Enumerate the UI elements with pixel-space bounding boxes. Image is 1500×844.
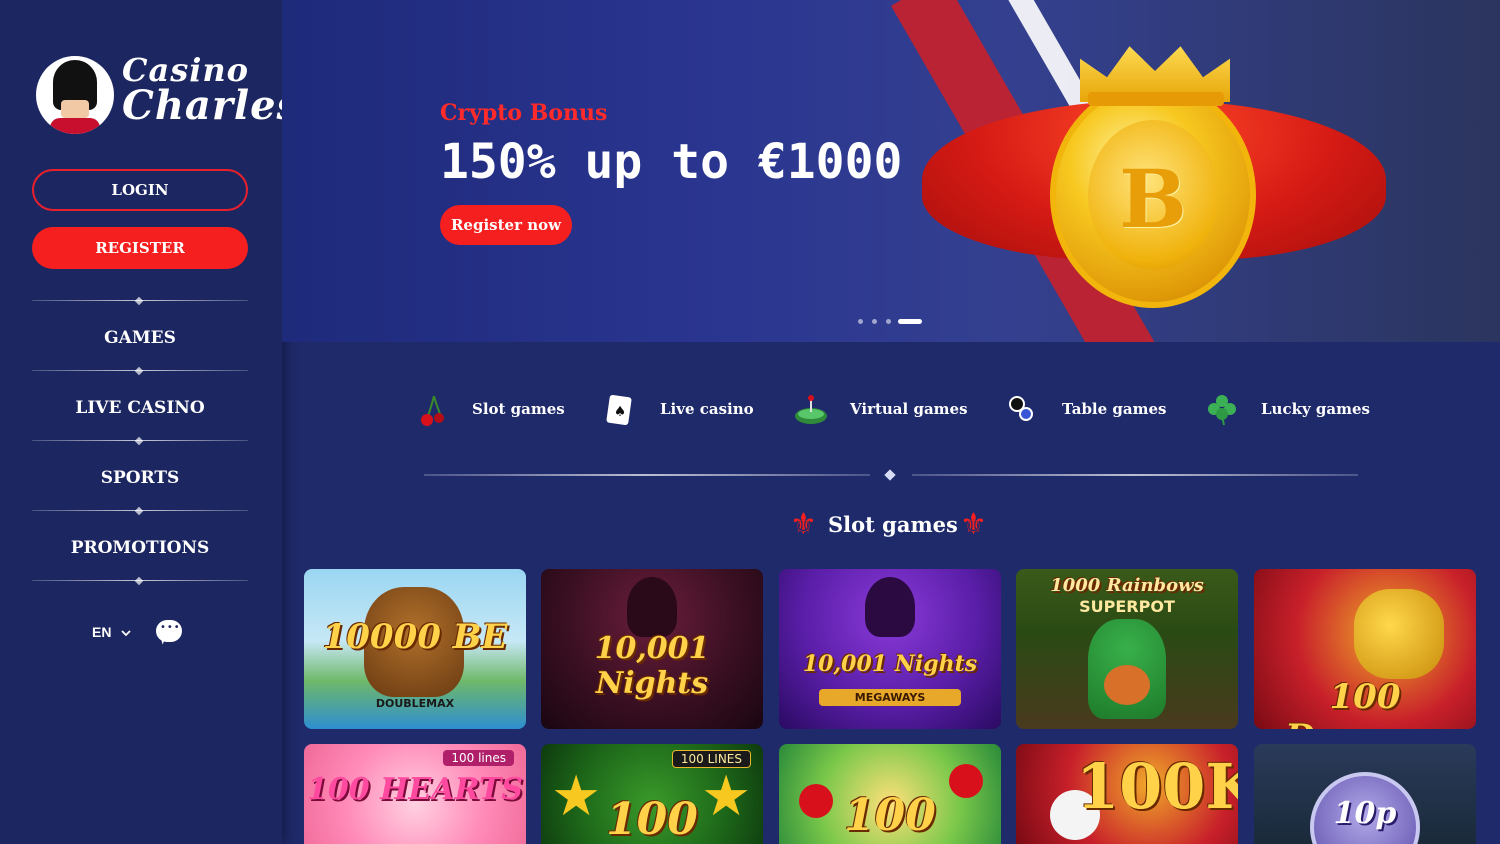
guard-mascot-icon <box>36 56 114 134</box>
nav-divider <box>32 298 248 304</box>
language-label: EN <box>92 624 112 640</box>
game-tile-10001-nights[interactable]: 10,001 Nights <box>541 569 763 729</box>
sidebar: Casino Charles LOGIN REGISTER GAMES LIVE… <box>0 0 299 844</box>
fleur-de-lis-icon: ⚜ <box>960 507 987 542</box>
casino-charles-logo[interactable]: Casino Charles <box>36 52 299 142</box>
cherry-icon <box>421 395 444 426</box>
svg-text:♠: ♠ <box>614 404 627 420</box>
fleur-de-lis-icon: ⚜ <box>790 507 817 542</box>
category-label: Lucky games <box>1261 400 1370 418</box>
clover-icon <box>1208 395 1236 426</box>
game-title: 1000 Rainbows <box>1050 575 1204 596</box>
chips-icon <box>1009 396 1033 421</box>
game-title: 100 Dragons <box>1285 677 1445 729</box>
lines-badge: 100 lines <box>443 750 514 766</box>
game-tile-10000-be[interactable]: 10000 BE DOUBLEMAX <box>304 569 526 729</box>
login-button[interactable]: LOGIN <box>32 169 248 211</box>
hero-banner: Crypto Bonus 150% up to €1000 Register n… <box>282 0 1500 342</box>
game-subtitle: DOUBLEMAX <box>375 697 455 710</box>
game-tile-1000-rainbows-superpot[interactable]: 1000 Rainbows SUPERPOT <box>1016 569 1238 729</box>
category-label: Slot games <box>472 400 565 418</box>
crown-band <box>1088 92 1224 106</box>
category-label: Virtual games <box>850 400 968 418</box>
nav-divider <box>32 438 248 444</box>
game-title: 10p <box>1333 796 1397 831</box>
section-label: Slot games <box>828 512 958 537</box>
chevron-down-icon <box>121 630 131 637</box>
nav-divider <box>32 578 248 584</box>
chat-icon[interactable] <box>156 620 182 642</box>
carousel-dot-active[interactable] <box>898 319 922 324</box>
game-subtitle: MEGAWAYS <box>819 689 961 706</box>
game-title: 100 HEARTS <box>307 772 523 807</box>
hero-subtitle: Crypto Bonus <box>440 100 608 126</box>
game-tile-10001-nights-megaways[interactable]: 10,001 Nights MEGAWAYS <box>779 569 1001 729</box>
game-title: 100 <box>606 794 698 844</box>
register-now-button[interactable]: Register now <box>440 205 572 245</box>
game-title: 10000 BE <box>322 617 508 657</box>
logo-line-2: Charles <box>122 82 301 129</box>
carousel-dot[interactable] <box>886 319 891 324</box>
game-tile-100-hearts[interactable]: 100 lines 100 HEARTS <box>304 744 526 844</box>
game-tile-100-stars[interactable]: 100 LINES ★ ★ 100 <box>541 744 763 844</box>
game-tile-100-bonus[interactable]: 100 <box>779 744 1001 844</box>
game-tile-10p[interactable]: 10p <box>1254 744 1476 844</box>
nav-item-games[interactable]: GAMES <box>32 328 248 348</box>
bitcoin-symbol: B <box>1119 152 1187 246</box>
hero-title: 150% up to €1000 <box>440 134 903 190</box>
nav-divider <box>32 508 248 514</box>
nav-divider <box>32 368 248 374</box>
bitcoin-coin-illustration: B <box>1050 82 1256 308</box>
nav-item-live-casino[interactable]: LIVE CASINO <box>32 398 248 418</box>
carousel-dot[interactable] <box>858 319 863 324</box>
carousel-dot[interactable] <box>872 319 877 324</box>
nav-item-sports[interactable]: SPORTS <box>32 468 248 488</box>
game-title: 10,001 Nights <box>802 651 978 677</box>
game-title: 100 <box>844 790 936 841</box>
game-title: 10,001 Nights <box>594 631 710 701</box>
logo-wordmark: Casino Charles <box>122 52 301 129</box>
game-subtitle: SUPERPOT <box>1079 597 1175 616</box>
category-label: Live casino <box>660 400 754 418</box>
language-selector[interactable]: EN <box>92 624 131 640</box>
section-title-slot-games: ⚜ Slot games ⚜ <box>790 508 990 544</box>
virtual-field-icon <box>795 395 827 424</box>
game-tile-100k[interactable]: 100K <box>1016 744 1238 844</box>
nav-item-promotions[interactable]: PROMOTIONS <box>32 538 248 558</box>
ornament-divider <box>424 469 1358 481</box>
game-title: 100K <box>1076 750 1238 823</box>
game-tile-100-dragons[interactable]: 100 Dragons <box>1254 569 1476 729</box>
register-button[interactable]: REGISTER <box>32 227 248 269</box>
category-label: Table games <box>1062 400 1167 418</box>
playing-card-icon: ♠ <box>606 394 632 426</box>
